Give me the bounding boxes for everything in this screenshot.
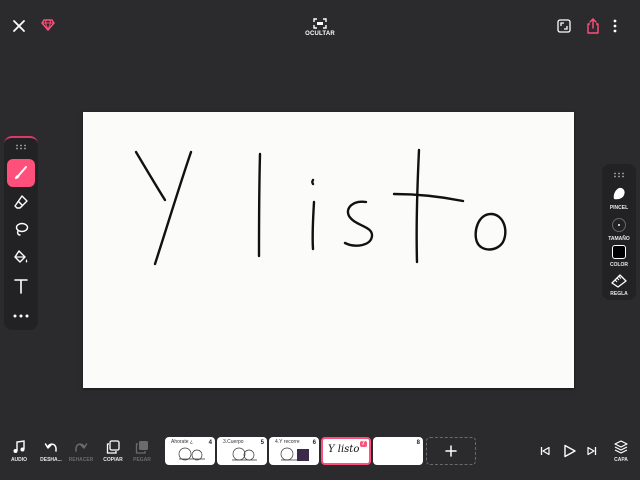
- redo-label: REHACER: [68, 457, 94, 463]
- brush-label: PINCEL: [609, 205, 629, 211]
- frame-thumbnail-6[interactable]: 4.Y recorre 6: [269, 437, 319, 465]
- copy-label: COPIAR: [103, 457, 123, 463]
- text-tool[interactable]: [7, 272, 35, 300]
- undo-label: DESHA...: [40, 457, 62, 463]
- more-vertical-icon: [613, 19, 617, 33]
- color-label: COLOR: [609, 262, 629, 268]
- play-icon: [563, 444, 576, 458]
- lasso-tool[interactable]: [7, 215, 35, 243]
- close-button[interactable]: [8, 15, 30, 37]
- close-icon: [13, 20, 25, 32]
- audio-label: AUDIO: [10, 457, 28, 463]
- frame-thumbnail-7[interactable]: Y listo 7: [321, 437, 371, 465]
- fill-tool[interactable]: [7, 243, 35, 271]
- add-frame-button[interactable]: [426, 437, 476, 465]
- undo-icon: [44, 443, 57, 452]
- frame-5-text: 3.Cuerpo: [223, 439, 244, 445]
- frame-thumbnail-5[interactable]: 3.Cuerpo 5: [217, 437, 267, 465]
- frame-6-number: 6: [312, 440, 316, 446]
- lasso-icon: [15, 222, 29, 236]
- frame-thumbnail-4[interactable]: Ahorate ¿ 4: [165, 437, 215, 465]
- size-button[interactable]: TAMAÑO: [602, 217, 636, 242]
- hide-icon: [313, 17, 327, 29]
- grip-handle-icon[interactable]: [15, 144, 27, 150]
- top-bar: OCULTAR: [0, 0, 640, 48]
- hide-label: OCULTAR: [305, 30, 335, 37]
- frame-thumbnail-8[interactable]: 8: [373, 437, 423, 465]
- more-horizontal-icon: [13, 314, 29, 318]
- redo-icon: [75, 443, 88, 452]
- frame-7-number: 7: [359, 441, 367, 447]
- eraser-icon: [14, 195, 28, 209]
- brush-settings-panel: PINCEL TAMAÑO COLOR REGLA: [602, 164, 636, 300]
- more-tools-button[interactable]: [7, 302, 35, 330]
- drawing-canvas[interactable]: [83, 112, 574, 388]
- frame-7-text: Y listo: [328, 444, 360, 455]
- brush-type-button[interactable]: PINCEL: [602, 186, 636, 211]
- hide-ui-button[interactable]: OCULTAR: [300, 14, 340, 40]
- undo-button[interactable]: DESHA...: [38, 440, 64, 463]
- skip-forward-icon: [587, 446, 597, 456]
- eraser-tool[interactable]: [7, 188, 35, 216]
- skip-back-icon: [540, 446, 550, 456]
- frame-4-number: 4: [208, 440, 212, 446]
- share-button[interactable]: [583, 15, 603, 37]
- audio-button[interactable]: AUDIO: [6, 440, 32, 463]
- skip-forward-button[interactable]: [585, 443, 599, 459]
- ruler-button[interactable]: REGLA: [602, 274, 636, 297]
- color-button[interactable]: COLOR: [602, 245, 636, 268]
- layer-button[interactable]: CAPA: [608, 440, 634, 463]
- brush-tool[interactable]: [7, 159, 35, 187]
- play-button[interactable]: [560, 443, 578, 459]
- frame-4-text: Ahorate ¿: [171, 439, 193, 445]
- layers-icon: [614, 440, 628, 454]
- fill-bucket-icon: [14, 250, 28, 263]
- fullscreen-icon: [557, 19, 571, 33]
- ruler-label: REGLA: [610, 291, 628, 297]
- frame-6-text: 4.Y recorre: [275, 439, 300, 445]
- handwritten-drawing: [134, 148, 507, 266]
- paste-label: PEGAR: [133, 457, 151, 463]
- more-options-button[interactable]: [610, 16, 620, 36]
- brush-shape-icon: [613, 187, 625, 200]
- ruler-icon: [611, 274, 627, 288]
- premium-button[interactable]: [38, 15, 58, 35]
- layer-label: CAPA: [614, 457, 628, 463]
- diamond-icon: [41, 19, 55, 31]
- plus-icon: [445, 445, 457, 457]
- redo-button[interactable]: REHACER: [68, 440, 94, 463]
- share-icon: [587, 18, 599, 34]
- paste-icon: [135, 441, 148, 454]
- text-icon: [14, 279, 28, 294]
- frame-8-number: 8: [416, 440, 420, 446]
- fullscreen-button[interactable]: [554, 16, 574, 36]
- copy-button[interactable]: COPIAR: [100, 440, 126, 463]
- paste-button[interactable]: PEGAR: [129, 440, 155, 463]
- tools-panel: [4, 136, 38, 330]
- grip-handle-icon[interactable]: [613, 172, 625, 178]
- copy-icon: [106, 440, 120, 454]
- current-color-swatch: [612, 245, 626, 259]
- size-label: TAMAÑO: [608, 236, 630, 242]
- skip-back-button[interactable]: [538, 443, 552, 459]
- brush-icon: [15, 166, 27, 179]
- frame-5-number: 5: [260, 440, 264, 446]
- size-indicator-icon: [612, 218, 626, 232]
- music-note-icon: [13, 440, 25, 453]
